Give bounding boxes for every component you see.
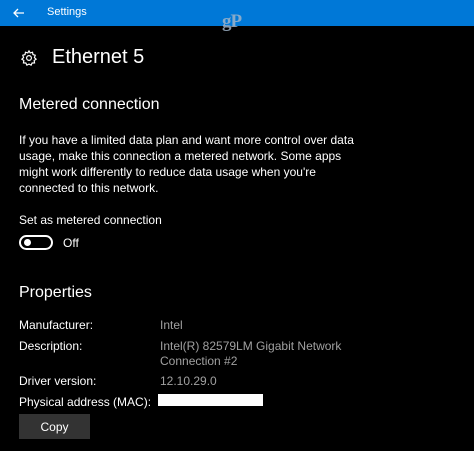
metered-toggle[interactable] xyxy=(19,235,53,250)
metered-toggle-label: Set as metered connection xyxy=(19,213,162,227)
description-label: Description: xyxy=(19,339,83,353)
manufacturer-value: Intel xyxy=(160,318,183,332)
window-title: Settings xyxy=(47,6,87,18)
metered-heading: Metered connection xyxy=(19,96,160,113)
properties-heading: Properties xyxy=(19,284,92,301)
page-header: Ethernet 5 xyxy=(20,46,144,69)
mac-address-label: Physical address (MAC): xyxy=(19,395,152,409)
manufacturer-label: Manufacturer: xyxy=(19,318,94,332)
toggle-knob xyxy=(24,239,31,246)
watermark-logo: gP xyxy=(222,11,242,32)
metered-description: If you have a limited data plan and want… xyxy=(19,133,354,195)
driver-version-label: Driver version: xyxy=(19,374,97,388)
driver-version-value: 12.10.29.0 xyxy=(160,374,217,388)
mac-address-redacted xyxy=(158,394,263,406)
back-button[interactable] xyxy=(0,0,38,26)
page-title: Ethernet 5 xyxy=(52,46,145,68)
back-arrow-icon xyxy=(13,8,24,18)
copy-button[interactable]: Copy xyxy=(19,414,90,439)
toggle-state-text: Off xyxy=(63,236,79,250)
gear-icon xyxy=(20,49,38,66)
description-value: Intel(R) 82579LM Gigabit Network Connect… xyxy=(160,339,342,368)
